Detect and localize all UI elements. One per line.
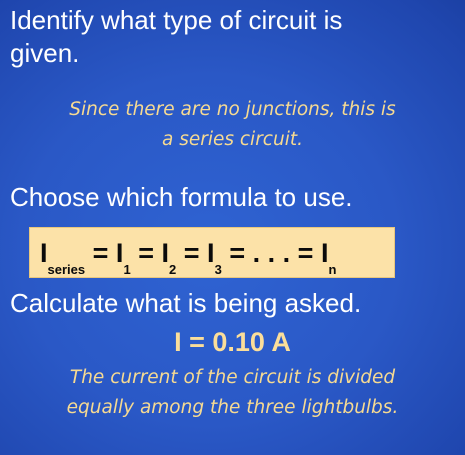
formula-subscript-2: 2 — [169, 262, 177, 277]
slide: Identify what type of circuit is given. … — [0, 0, 465, 455]
series-explanation-line1: Since there are no junctions, this is — [69, 99, 396, 120]
formula-symbol-series: Iseries — [40, 238, 86, 277]
formula-subscript-1: 1 — [123, 262, 131, 277]
answer-value: I = 0.10 A — [174, 327, 291, 357]
formula-equals: = — [183, 238, 200, 268]
formula-subscript-n: n — [328, 262, 337, 277]
formula-ellipsis: . . . — [252, 238, 291, 268]
series-explanation-note: Since there are no junctions, this is a … — [0, 95, 465, 155]
formula-symbol-1: I1 — [115, 238, 131, 277]
series-current-formula: Iseries = I1 = I2 = I3 = . . . = In — [40, 228, 390, 279]
conclusion-line2: equally among the three lightbulbs. — [66, 397, 399, 418]
conclusion-line1: The current of the circuit is divided — [69, 367, 396, 388]
formula-subscript-series: series — [47, 262, 86, 277]
step1-heading-line1: Identify what type of circuit is — [10, 5, 343, 35]
step1-heading-line2: given. — [10, 38, 80, 68]
step3-heading: Calculate what is being asked. — [10, 288, 362, 318]
conclusion-note: The current of the circuit is divided eq… — [0, 363, 465, 423]
formula-equals: = — [92, 238, 109, 268]
formula-symbol-3: I3 — [207, 238, 222, 277]
step1-heading: Identify what type of circuit is given. — [10, 4, 342, 70]
formula-symbol-n: In — [320, 238, 337, 277]
formula-equals: = — [138, 238, 154, 268]
formula-equals: = — [229, 238, 246, 268]
formula-box: Iseries = I1 = I2 = I3 = . . . = In — [29, 227, 395, 278]
formula-equals: = — [297, 238, 314, 268]
series-explanation-line2: a series circuit. — [162, 129, 303, 150]
formula-symbol-2: I2 — [161, 238, 177, 277]
step2-heading: Choose which formula to use. — [10, 182, 353, 212]
formula-subscript-3: 3 — [214, 262, 222, 277]
